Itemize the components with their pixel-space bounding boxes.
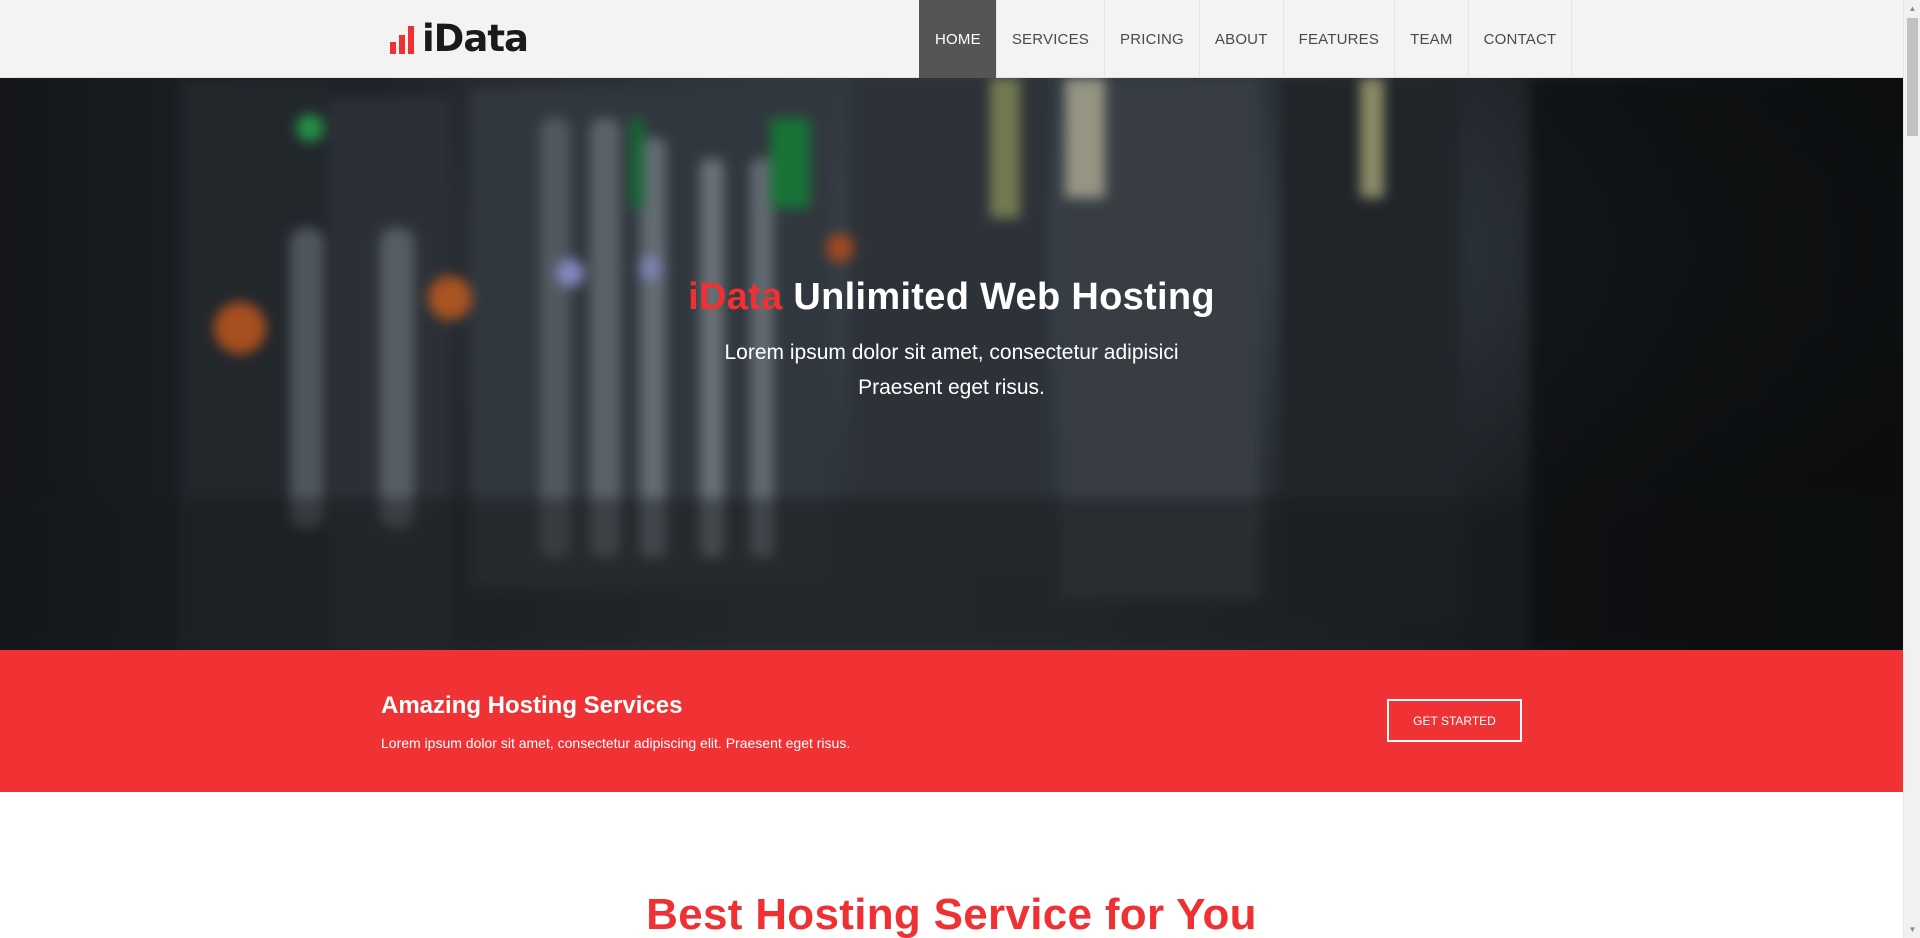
- logo-text: iData: [422, 17, 529, 60]
- nav-item-contact[interactable]: CONTACT: [1467, 0, 1573, 78]
- nav-item-services[interactable]: SERVICES: [995, 0, 1104, 78]
- main-nav: HOME SERVICES PRICING ABOUT FEATURES TEA…: [919, 0, 1573, 78]
- scrollbar-thumb[interactable]: [1907, 18, 1918, 136]
- site-header: iData HOME SERVICES PRICING ABOUT FEATUR…: [0, 0, 1903, 78]
- nav-item-features[interactable]: FEATURES: [1282, 0, 1395, 78]
- hero-title-brand: iData: [688, 276, 783, 318]
- scroll-down-icon[interactable]: ▼: [1904, 921, 1920, 938]
- scroll-up-icon[interactable]: ▲: [1904, 0, 1920, 17]
- hero-subtitle: Lorem ipsum dolor sit amet, consectetur …: [0, 335, 1903, 405]
- cta-title: Amazing Hosting Services: [381, 692, 683, 719]
- hero-subtitle-line1: Lorem ipsum dolor sit amet, consectetur …: [724, 341, 1179, 364]
- bar-chart-icon: [390, 26, 414, 54]
- page-scrollbar[interactable]: ▲ ▼: [1903, 0, 1920, 938]
- nav-item-about[interactable]: ABOUT: [1198, 0, 1283, 78]
- nav-item-home[interactable]: HOME: [919, 0, 996, 78]
- hero-section: iData Unlimited Web Hosting Lorem ipsum …: [0, 78, 1903, 650]
- site-logo[interactable]: iData: [390, 17, 529, 60]
- cta-band: Amazing Hosting Services Lorem ipsum dol…: [0, 650, 1903, 792]
- cta-text: Lorem ipsum dolor sit amet, consectetur …: [381, 735, 851, 751]
- nav-item-team[interactable]: TEAM: [1394, 0, 1467, 78]
- get-started-button[interactable]: GET STARTED: [1387, 699, 1522, 742]
- section-title: Best Hosting Service for You: [646, 890, 1257, 938]
- nav-item-pricing[interactable]: PRICING: [1104, 0, 1199, 78]
- page: iData HOME SERVICES PRICING ABOUT FEATUR…: [0, 0, 1903, 938]
- hero-subtitle-line2: Praesent eget risus.: [858, 376, 1045, 399]
- hero-title: iData Unlimited Web Hosting: [0, 276, 1903, 319]
- hero-title-rest: Unlimited Web Hosting: [793, 276, 1215, 318]
